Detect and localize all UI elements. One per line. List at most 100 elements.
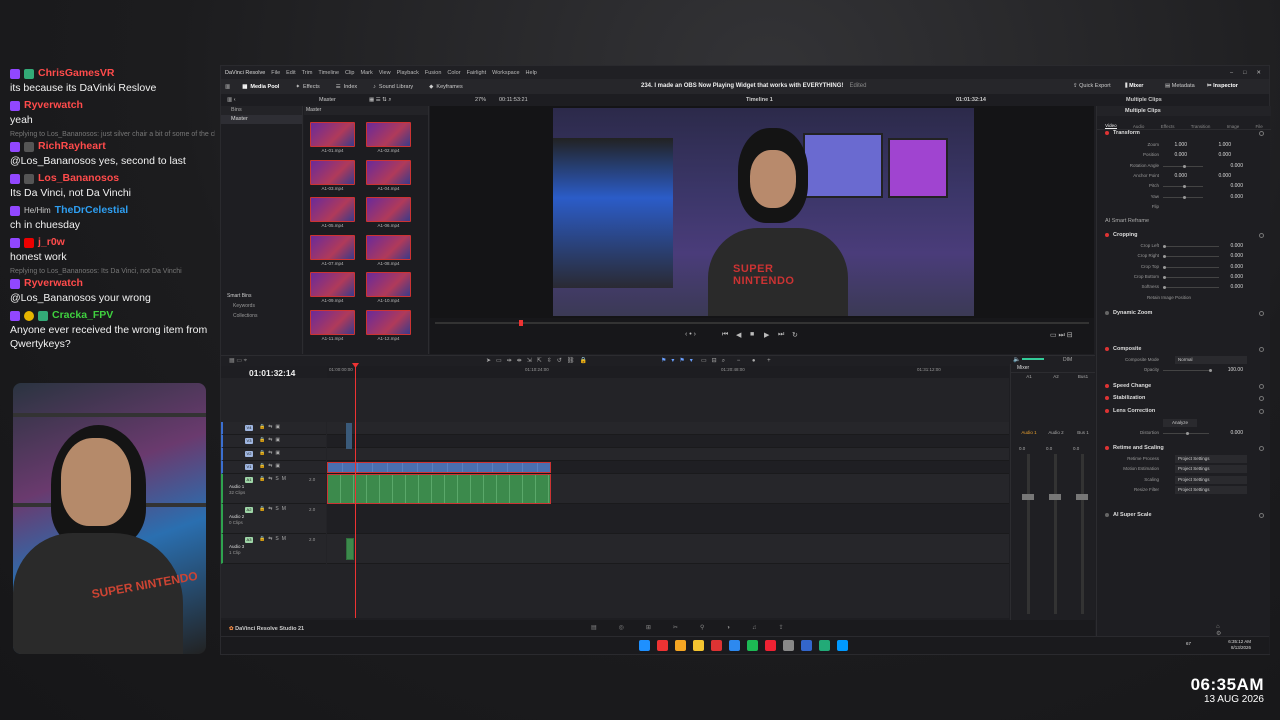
timeline-view-icons[interactable]: ▦ ▭ ⌖	[229, 357, 247, 365]
track-controls-icons[interactable]: 🔒⇆SM	[259, 536, 289, 542]
smart-bins-header[interactable]: Smart Bins	[221, 291, 303, 301]
loop-icon[interactable]: ↻	[792, 331, 798, 339]
reset-icon[interactable]	[1259, 347, 1264, 352]
enabled-dot-icon[interactable]	[1105, 409, 1109, 413]
enabled-dot-icon[interactable]	[1105, 446, 1109, 450]
track-controls-icons[interactable]: 🔒⇆▣	[259, 450, 283, 456]
mixer-button[interactable]: ⫼ Mixer	[1125, 79, 1143, 94]
inspector-button[interactable]: ✂ Inspector	[1207, 79, 1238, 94]
start-icon[interactable]	[639, 640, 650, 651]
maximize-icon[interactable]: □	[1243, 70, 1246, 76]
param-x-value[interactable]: 0.000	[1159, 173, 1187, 179]
param-slider[interactable]	[1163, 286, 1219, 290]
menu-item[interactable]: Fairlight	[467, 70, 487, 76]
disabled-dot-icon[interactable]	[1105, 513, 1109, 517]
reset-icon[interactable]	[1259, 384, 1264, 389]
param-value[interactable]: 0.000	[1215, 253, 1243, 259]
media-clip[interactable]: A1-10.mp4	[366, 272, 411, 307]
menu-item[interactable]: Playback	[397, 70, 419, 76]
speed-change-section[interactable]: Speed Change	[1105, 383, 1151, 389]
scrubber-playhead[interactable]	[519, 320, 523, 326]
param-slider[interactable]	[1163, 164, 1203, 168]
timeline-selector[interactable]: Timeline 1	[746, 94, 773, 106]
volume-control[interactable]: 🔈	[1013, 356, 1045, 363]
param-value[interactable]: 0.000	[1215, 163, 1243, 169]
slider-knob[interactable]	[1183, 164, 1186, 168]
param-x-value[interactable]: 0.000	[1159, 152, 1187, 158]
video-frame[interactable]: SUPER NINTENDO	[553, 108, 974, 316]
menu-item[interactable]: Fusion	[425, 70, 442, 76]
track-tag[interactable]: A2	[245, 507, 253, 513]
play-reverse-icon[interactable]: ◀	[736, 331, 741, 339]
dim-button[interactable]: DIM	[1063, 357, 1072, 363]
distortion-value[interactable]: 0.000	[1215, 430, 1243, 436]
slider-knob[interactable]	[1209, 369, 1212, 372]
param-value[interactable]: 0.000	[1215, 264, 1243, 270]
spotify-icon[interactable]	[747, 640, 758, 651]
smart-bin-collections[interactable]: Collections	[221, 311, 303, 321]
param-slider[interactable]	[1163, 255, 1219, 259]
firefox-icon[interactable]	[675, 640, 686, 651]
track-tag[interactable]: V1	[245, 464, 253, 470]
media-clip[interactable]: A1-02.mp4	[366, 122, 411, 157]
param-slider[interactable]	[1163, 369, 1212, 372]
slider-knob[interactable]	[1183, 185, 1186, 189]
slider-knob[interactable]	[1163, 286, 1166, 290]
enabled-dot-icon[interactable]	[1105, 347, 1109, 351]
viewer-scrubber[interactable]	[435, 322, 1089, 324]
panel-toggle-icon[interactable]: ▥	[221, 79, 234, 94]
quick-export-button[interactable]: ⇪ Quick Export	[1073, 79, 1111, 94]
app-icon[interactable]	[783, 640, 794, 651]
media-clip[interactable]: A1-07.mp4	[310, 234, 355, 270]
track-controls-icons[interactable]: 🔒⇆▣	[259, 424, 283, 430]
param-slider[interactable]	[1163, 195, 1203, 199]
smart-reframe-section[interactable]: AI Smart Reframe	[1105, 218, 1149, 224]
reset-icon[interactable]	[1259, 233, 1264, 238]
enabled-dot-icon[interactable]	[1105, 131, 1109, 135]
reset-icon[interactable]	[1259, 446, 1264, 451]
slider-knob[interactable]	[1163, 255, 1166, 259]
fader-knob[interactable]	[1049, 494, 1061, 500]
transform-section[interactable]: Transform	[1105, 130, 1140, 136]
track-controls-icons[interactable]: 🔒⇆SM	[259, 506, 289, 512]
page-switcher[interactable]: ▤◎⊞✂⚲◑♫⇪	[591, 624, 806, 631]
jog-icon[interactable]: ‹ • ›	[685, 331, 696, 338]
menu-item[interactable]: View	[379, 70, 391, 76]
timeline-ruler[interactable]: 01:00:00:00 01:10:24:00 01:20:48:00 01:31:1…	[327, 366, 1009, 378]
smart-bin-keywords[interactable]: Keywords	[221, 301, 303, 311]
track-controls-icons[interactable]: 🔒⇆▣	[259, 437, 283, 443]
fader-knob[interactable]	[1076, 494, 1088, 500]
media-clip[interactable]: A1-09.mp4	[310, 272, 355, 307]
menu-item[interactable]: Mark	[361, 70, 373, 76]
app-icon[interactable]	[765, 640, 776, 651]
slider-knob[interactable]	[1163, 275, 1166, 279]
retain-image-position[interactable]: Retain Image Position	[1147, 295, 1227, 300]
explorer-icon[interactable]	[693, 640, 704, 651]
media-clip[interactable]: A1-06.mp4	[366, 197, 411, 232]
view-mode-icons[interactable]: ▦ ☰ ⇅ ⌕	[369, 94, 391, 106]
track-lane[interactable]	[327, 534, 1009, 564]
inspector-tab[interactable]: File	[1256, 124, 1263, 129]
composite-mode-select[interactable]: Normal	[1175, 356, 1247, 364]
obs-icon[interactable]	[711, 640, 722, 651]
retime-select[interactable]: Project Settings	[1175, 485, 1247, 494]
param-x-value[interactable]: 1.000	[1159, 142, 1187, 148]
retime-select[interactable]: Project Settings	[1175, 455, 1247, 463]
track-controls-icons[interactable]: 🔒⇆SM	[259, 476, 289, 482]
media-clip[interactable]: A1-12.mp4	[366, 309, 411, 345]
inspector-tab[interactable]: Audio	[1133, 124, 1145, 129]
param-slider[interactable]	[1163, 265, 1219, 269]
inspector-tab[interactable]: Video	[1105, 123, 1117, 129]
minimize-icon[interactable]: –	[1230, 70, 1233, 76]
slider-knob[interactable]	[1163, 265, 1166, 269]
menu-item[interactable]: Trim	[302, 70, 313, 76]
param-slider[interactable]	[1163, 185, 1203, 189]
audio-clip-a3[interactable]	[346, 538, 354, 560]
menu-item[interactable]: Edit	[286, 70, 295, 76]
edit-tools[interactable]: ➤▭⇹⇼⇲⇱⇳↺⛓🔒	[486, 357, 592, 364]
track-tag[interactable]: A3	[245, 537, 253, 543]
menu-item[interactable]: Color	[447, 70, 460, 76]
metadata-button[interactable]: ▤ Metadata	[1165, 79, 1195, 94]
disabled-dot-icon[interactable]	[1105, 311, 1109, 315]
track-lane[interactable]	[327, 448, 1009, 461]
